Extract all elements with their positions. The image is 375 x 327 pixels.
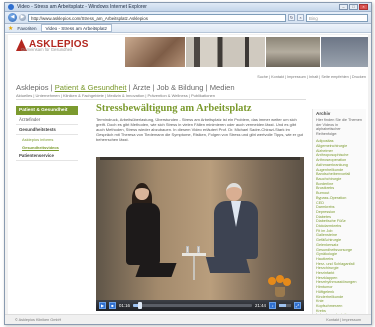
site-header: ASKLEPIOS Gemeinsam für Gesundheit	[8, 35, 368, 67]
video-controls: ▶ ■ 01:16 21:44 ♪ ⤢	[96, 300, 304, 311]
favorites-button[interactable]: Favoriten	[17, 26, 36, 31]
nav-patient-gesundheit[interactable]: Patient & Gesundheit	[55, 83, 127, 92]
volume-icon[interactable]: ♪	[269, 302, 276, 309]
stop-button[interactable]: ×	[297, 14, 304, 21]
browser-window: Video - Stress am Arbeitsplatz - Windows…	[4, 2, 372, 325]
flower-arrangement	[268, 275, 292, 297]
glass-icon	[197, 246, 200, 253]
interviewer-figure	[126, 183, 177, 283]
browser-tab[interactable]: Video - Stress am Arbeitsplatz	[40, 24, 112, 32]
studio-table	[182, 246, 206, 283]
play-button[interactable]: ▶	[99, 302, 106, 309]
nav-job-bildung[interactable]: Job & Bildung	[157, 83, 204, 92]
utility-links[interactable]: Suche | Kontakt | Impressum | Inhalt | S…	[257, 75, 366, 79]
divider	[16, 99, 306, 100]
nav-aerzte[interactable]: Ärzte	[133, 83, 151, 92]
main-navigation: Asklepios | Patient & Gesundheit | Ärzte…	[16, 83, 235, 92]
close-button[interactable]: ×	[359, 4, 368, 10]
seek-bar[interactable]	[133, 302, 252, 309]
footer-copyright: © Asklepios Kliniken GmbH	[15, 317, 62, 322]
page-viewport: ASKLEPIOS Gemeinsam für Gesundheit Suche…	[5, 34, 371, 318]
url-field[interactable]: http://www.asklepios.com/Stress_am_Arbei…	[28, 13, 286, 22]
logo-subtitle: Gemeinsam für Gesundheit	[21, 47, 73, 52]
back-button[interactable]: ◀	[8, 13, 17, 22]
address-bar: ◀ ▶ http://www.asklepios.com/Stress_am_A…	[5, 12, 371, 24]
search-input[interactable]: Bing	[306, 13, 368, 22]
leftnav-item-aerztefinder[interactable]: Ärztefinder	[16, 115, 78, 125]
page-title: Stressbewältigung am Arbeitsplatz	[96, 103, 252, 114]
total-time: 21:44	[255, 303, 266, 308]
left-navigation: Patient & Gesundheit Ärztefinder Gesundh…	[16, 106, 78, 161]
video-player[interactable]: ▶ ■ 01:16 21:44 ♪ ⤢	[96, 157, 304, 311]
glass-icon	[186, 246, 189, 253]
volume-slider[interactable]	[279, 304, 291, 307]
leftnav-heading[interactable]: Patient & Gesundheit	[16, 106, 78, 115]
video-studio-screen	[100, 157, 300, 160]
page-footer: © Asklepios Kliniken GmbH Kontakt | Impr…	[5, 314, 371, 324]
article-lead: Termindruck, Arbeitsüberlastung, Überstu…	[96, 117, 303, 142]
favorites-bar: ★ Favoriten Video - Stress am Arbeitspla…	[5, 24, 371, 33]
leftnav-subitem-gesundheitsvideos[interactable]: Gesundheitsvideos	[16, 143, 78, 151]
stop-video-button[interactable]: ■	[109, 302, 116, 309]
maximize-button[interactable]: □	[349, 4, 358, 10]
current-time: 01:16	[119, 303, 130, 308]
window-title: Video - Stress am Arbeitsplatz - Windows…	[17, 4, 147, 10]
archive-sidebar: Archiv Hier finden Sie die Themen der Vi…	[312, 109, 366, 318]
leftnav-item-gesundheitstests[interactable]: Gesundheitstests	[16, 125, 78, 135]
article: Stressbewältigung am Arbeitsplatz Termin…	[96, 103, 304, 142]
fullscreen-icon[interactable]: ⤢	[294, 302, 301, 309]
archive-intro: Hier finden Sie die Themen der Videos in…	[316, 118, 362, 136]
leftnav-item-patientenservice[interactable]: Patientenservice	[16, 151, 78, 161]
header-photo	[265, 37, 321, 67]
sub-navigation[interactable]: Aktuelles | Unternehmen | Kliniken & Fac…	[16, 93, 215, 98]
header-photo	[125, 37, 185, 67]
nav-asklepios[interactable]: Asklepios	[16, 83, 49, 92]
minimize-button[interactable]: –	[339, 4, 348, 10]
header-photo	[185, 37, 265, 67]
ie-logo-icon	[8, 4, 14, 10]
nav-medien[interactable]: Medien	[210, 83, 235, 92]
archive-title: Archiv	[316, 111, 331, 116]
seek-handle[interactable]	[138, 302, 143, 309]
refresh-button[interactable]: ↻	[288, 14, 295, 21]
expert-figure	[205, 183, 258, 279]
web-page: ASKLEPIOS Gemeinsam für Gesundheit Suche…	[8, 35, 368, 318]
leftnav-subitem-asklepios-informs[interactable]: Asklepios informs	[16, 135, 78, 143]
header-images	[125, 37, 368, 67]
footer-links[interactable]: Kontakt | Impressum	[326, 318, 361, 322]
title-bar: Video - Stress am Arbeitsplatz - Windows…	[5, 3, 371, 12]
star-icon[interactable]: ★	[8, 25, 13, 32]
forward-button[interactable]: ▶	[19, 14, 26, 21]
header-photo	[321, 37, 368, 67]
archive-topic-list: Adipositas Allgemeinchirurgie Alzheimer Ant…	[316, 139, 363, 318]
